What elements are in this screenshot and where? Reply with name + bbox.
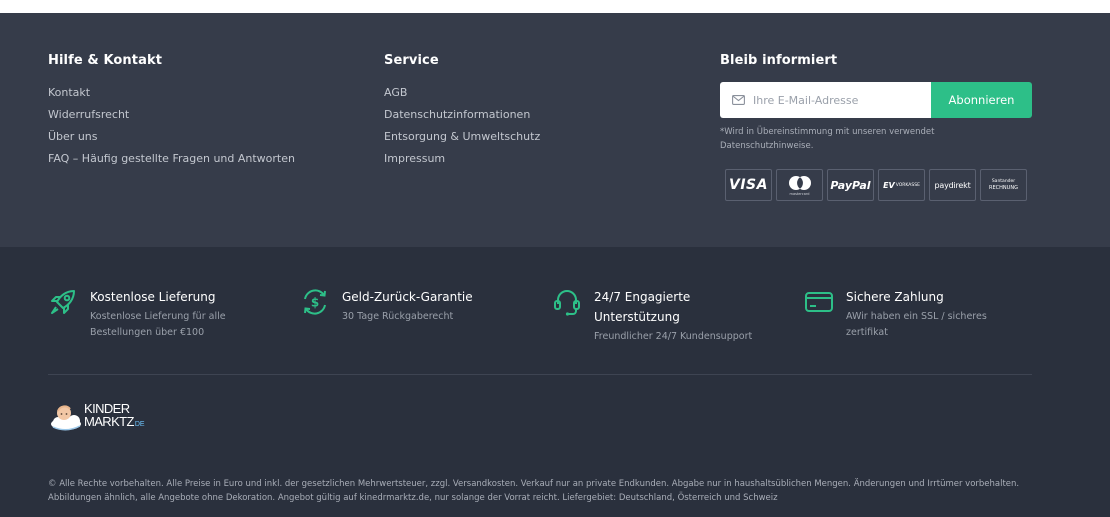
newsletter-form: Abonnieren <box>720 82 1032 118</box>
help-contact-column: Hilfe & Kontakt Kontakt Widerrufsrecht Ü… <box>48 53 295 170</box>
newsletter-input-wrapper[interactable] <box>720 82 931 118</box>
feature-description: Kostenlose Lieferung für alle Bestellung… <box>90 311 226 338</box>
page-top-strip <box>0 0 1110 13</box>
service-heading: Service <box>384 53 439 68</box>
footer-upper: Hilfe & Kontakt Kontakt Widerrufsrecht Ü… <box>0 13 1110 247</box>
service-column: Service AGB Datenschutzinformationen Ent… <box>384 53 540 170</box>
headset-icon <box>554 290 580 316</box>
vorkasse-logo: EV VORKASSE <box>878 169 925 201</box>
footer-link-widerrufsrecht-text[interactable]: Widerrufsrecht <box>48 108 129 121</box>
footer-link-agb-text[interactable]: AGB <box>384 86 407 99</box>
feature-secure-payment-text: Sichere Zahlung AWir haben ein SSL / sic… <box>846 287 1006 341</box>
feature-title: 24/7 Engagierte Unterstützung <box>594 290 691 324</box>
rocket-icon <box>51 290 75 314</box>
envelope-icon <box>732 95 745 105</box>
footer-link-ueber-uns[interactable]: Über uns <box>48 126 295 148</box>
feature-description: 30 Tage Rückgaberecht <box>342 311 454 322</box>
footer-link-impressum[interactable]: Impressum <box>384 148 540 170</box>
feature-title: Geld-Zurück-Garantie <box>342 290 473 304</box>
mastercard-logo-text: mastercard <box>789 191 810 196</box>
paydirekt-logo-text: paydirekt <box>934 180 971 190</box>
vorkasse-logo-text: VORKASSE <box>895 182 920 188</box>
svg-text:$: $ <box>311 296 319 310</box>
newsletter-privacy-note: *Wird in Übereinstimmung mit unseren ver… <box>720 127 935 151</box>
visa-logo: VISA <box>725 169 772 201</box>
kindermarktz-logo[interactable]: KINDER MARKTZDE <box>50 400 162 434</box>
feature-free-delivery-text: Kostenlose Lieferung Kostenlose Lieferun… <box>90 287 240 341</box>
footer-link-faq-text[interactable]: FAQ – Häufig gestellte Fragen und Antwor… <box>48 152 295 165</box>
feature-free-delivery: Kostenlose Lieferung Kostenlose Lieferun… <box>48 287 240 341</box>
newsletter-column: Bleib informiert Abonnieren *Wird in Übe… <box>720 53 1032 201</box>
mastercard-circles-icon <box>788 175 811 190</box>
feature-support: 24/7 Engagierte Unterstützung Freundlich… <box>552 287 752 345</box>
footer-lower: Kostenlose Lieferung Kostenlose Lieferun… <box>0 247 1110 517</box>
email-input[interactable] <box>753 93 923 107</box>
feature-money-back: $ Geld-Zurück-Garantie 30 Tage Rückgaber… <box>300 287 473 325</box>
footer-link-datenschutz-text[interactable]: Datenschutzinformationen <box>384 108 530 121</box>
rechnung-logo-text: RECHNUNG <box>989 185 1018 191</box>
feature-secure-payment: Sichere Zahlung AWir haben ein SSL / sic… <box>804 287 1006 341</box>
payment-methods: VISA mastercard PayPal EV VORKASSE paydi… <box>725 169 1032 201</box>
footer-link-kontakt[interactable]: Kontakt <box>48 82 295 104</box>
subscribe-button[interactable]: Abonnieren <box>931 82 1032 118</box>
feature-title: Sichere Zahlung <box>846 290 944 304</box>
paypal-logo-text: PayPal <box>830 178 871 192</box>
visa-logo-text: VISA <box>729 177 768 193</box>
newsletter-heading: Bleib informiert <box>720 53 838 68</box>
footer-link-kontakt-text[interactable]: Kontakt <box>48 86 90 99</box>
logo-line-2: MARKTZDE <box>84 415 145 431</box>
logo-line-2-text: MARKTZ <box>84 414 134 429</box>
credit-card-icon <box>805 292 833 312</box>
logo-wordmark: KINDER MARKTZDE <box>84 402 145 431</box>
footer-link-agb[interactable]: AGB <box>384 82 540 104</box>
footer-link-ueber-uns-text[interactable]: Über uns <box>48 130 98 143</box>
footer-link-impressum-text[interactable]: Impressum <box>384 152 445 165</box>
paydirekt-logo: paydirekt <box>929 169 976 201</box>
santander-logo-text: Santander <box>991 179 1016 184</box>
footer-divider <box>48 374 1032 375</box>
copyright-text: © Alle Rechte vorbehalten. Alle Preise i… <box>48 479 1020 503</box>
footer-link-entsorgung-text[interactable]: Entsorgung & Umweltschutz <box>384 130 540 143</box>
footer-link-datenschutz[interactable]: Datenschutzinformationen <box>384 104 540 126</box>
footer-link-entsorgung[interactable]: Entsorgung & Umweltschutz <box>384 126 540 148</box>
help-contact-heading: Hilfe & Kontakt <box>48 53 163 68</box>
feature-description: Freundlicher 24/7 Kundensupport <box>594 331 753 342</box>
money-back-icon: $ <box>304 289 326 315</box>
mastercard-logo: mastercard <box>776 169 823 201</box>
paypal-logo: PayPal <box>827 169 874 201</box>
feature-title: Kostenlose Lieferung <box>90 290 216 304</box>
footer-link-widerrufsrecht[interactable]: Widerrufsrecht <box>48 104 295 126</box>
footer-link-faq[interactable]: FAQ – Häufig gestellte Fragen und Antwor… <box>48 148 295 170</box>
vorkasse-badge-icon: EV <box>883 180 895 190</box>
feature-money-back-text: Geld-Zurück-Garantie 30 Tage Rückgaberec… <box>342 287 473 325</box>
santander-rechnung-logo: Santander RECHNUNG <box>980 169 1027 201</box>
feature-description: AWir haben ein SSL / sicheres zertifikat <box>846 311 987 338</box>
logo-suffix: DE <box>134 421 145 428</box>
feature-support-text: 24/7 Engagierte Unterstützung Freundlich… <box>594 287 752 345</box>
